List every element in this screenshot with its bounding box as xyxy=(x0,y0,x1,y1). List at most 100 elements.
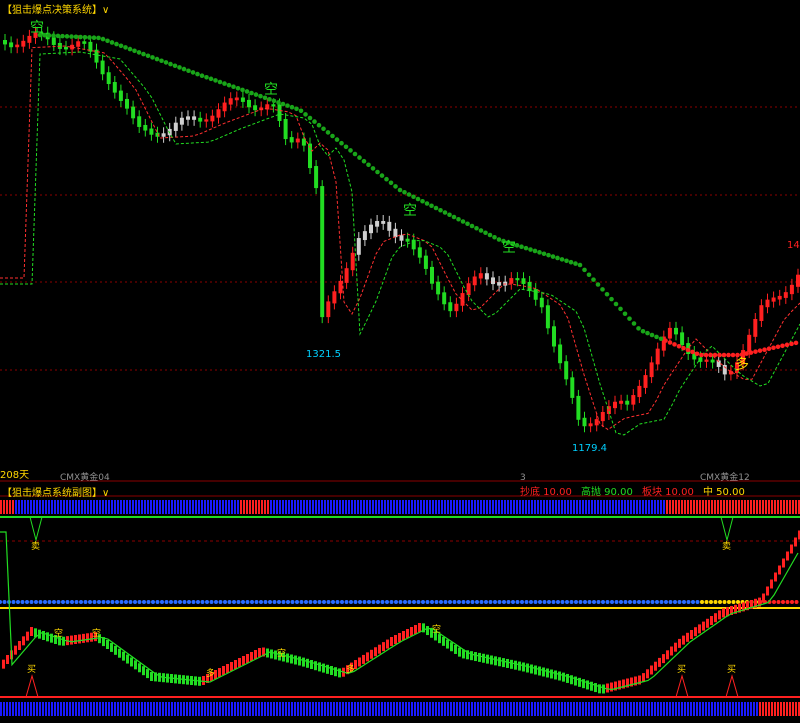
oscillator-bar xyxy=(242,656,245,665)
strip-bar xyxy=(498,702,500,716)
candle-body xyxy=(289,137,294,143)
oscillator-bar xyxy=(558,671,561,681)
trend-dot xyxy=(649,332,655,338)
oscillator-bar xyxy=(678,638,681,648)
candle-body xyxy=(417,247,422,258)
strip-bar xyxy=(789,500,791,514)
strip-bar xyxy=(651,500,653,514)
sell-label: 卖 xyxy=(31,542,41,552)
strip-bar xyxy=(744,702,746,716)
mid-dot xyxy=(605,600,610,604)
oscillator-bar xyxy=(22,636,25,646)
oscillator-bar xyxy=(774,572,777,582)
oscillator-bar xyxy=(662,654,665,664)
mid-dot xyxy=(466,600,470,604)
oscillator-bar xyxy=(122,651,125,661)
strip-bar xyxy=(66,500,68,514)
mid-dot xyxy=(533,600,538,604)
strip-bar xyxy=(348,702,350,716)
strip-bar xyxy=(441,500,443,514)
strip-bar xyxy=(153,500,155,514)
strip-bar xyxy=(723,702,725,716)
strip-bar xyxy=(795,500,797,514)
trend-dot xyxy=(690,349,695,355)
mid-dot xyxy=(241,600,245,604)
strip-bar xyxy=(168,702,170,716)
mid-dot xyxy=(709,600,713,604)
strip-bar xyxy=(543,702,545,716)
strip-bar xyxy=(30,702,32,716)
strip-bar xyxy=(342,702,344,716)
strip-bar xyxy=(231,702,233,716)
trend-dot xyxy=(280,101,286,107)
strip-bar xyxy=(81,500,83,514)
trend-dot xyxy=(465,221,470,227)
mid-dot xyxy=(218,600,223,604)
chart-canvas[interactable] xyxy=(0,0,800,723)
strip-bar xyxy=(750,702,752,716)
strip-bar xyxy=(135,500,137,514)
strip-bar xyxy=(600,500,602,514)
strip-bar xyxy=(324,500,326,514)
mid-dot xyxy=(673,600,677,604)
strip-bar xyxy=(255,702,257,716)
strip-bar xyxy=(252,702,254,716)
strip-bar xyxy=(102,500,104,514)
candle-body xyxy=(783,292,788,298)
trend-dot xyxy=(726,352,731,358)
strip-bar xyxy=(27,702,29,716)
strip-bar xyxy=(369,500,371,514)
oscillator-bar xyxy=(526,663,529,673)
mid-dot xyxy=(101,600,106,604)
mid-dot xyxy=(128,600,133,604)
oscillator-bar xyxy=(270,649,273,659)
strip-bar xyxy=(273,500,275,514)
strip-bar xyxy=(471,500,473,514)
strip-bar xyxy=(402,500,404,514)
strip-bar xyxy=(408,500,410,514)
oscillator-bar xyxy=(150,672,153,681)
oscillator-bar xyxy=(710,616,713,625)
trend-dot xyxy=(492,234,497,240)
oscillator-bar xyxy=(382,642,385,652)
oscillator-bar xyxy=(686,632,689,642)
strip-bar xyxy=(663,702,665,716)
strip-bar xyxy=(261,702,263,716)
price-candles xyxy=(3,26,800,433)
oscillator-bar xyxy=(146,669,149,679)
mid-dot xyxy=(376,600,380,604)
sub-chart-title-button[interactable]: 【狙击爆点系统副图】∨ xyxy=(2,484,109,499)
strip-bar xyxy=(462,500,464,514)
oscillator-bar xyxy=(518,661,521,671)
strip-bar xyxy=(60,702,62,716)
strip-bar xyxy=(483,500,485,514)
strip-bar xyxy=(81,702,83,716)
trend-dot xyxy=(424,201,430,206)
mid-dot xyxy=(38,600,43,604)
strip-bar xyxy=(150,702,152,716)
strip-bar xyxy=(171,500,173,514)
trend-dot xyxy=(384,176,389,182)
main-chart-title-button[interactable]: 【狙击爆点决策系统】∨ xyxy=(2,1,109,16)
oscillator-bar xyxy=(702,621,705,631)
mid-dot xyxy=(254,600,259,604)
mid-dot xyxy=(610,600,614,604)
strip-bar xyxy=(648,500,650,514)
strip-bar xyxy=(228,500,230,514)
strip-bar xyxy=(21,500,23,514)
strip-bar xyxy=(297,702,299,716)
trend-dot xyxy=(195,71,200,77)
mid-dot xyxy=(731,600,736,604)
candle-body xyxy=(393,228,398,238)
candle-body xyxy=(198,117,203,122)
oscillator-bar xyxy=(310,660,313,669)
strip-bar xyxy=(732,500,734,514)
trend-dot xyxy=(667,340,673,345)
trend-dot xyxy=(55,33,61,39)
legend-zhong: 中 50.00 xyxy=(703,487,745,498)
trend-dot xyxy=(604,291,610,297)
candle-body xyxy=(51,37,56,45)
strip-bar xyxy=(156,500,158,514)
candle-body xyxy=(674,327,678,335)
strip-bar xyxy=(588,500,590,514)
